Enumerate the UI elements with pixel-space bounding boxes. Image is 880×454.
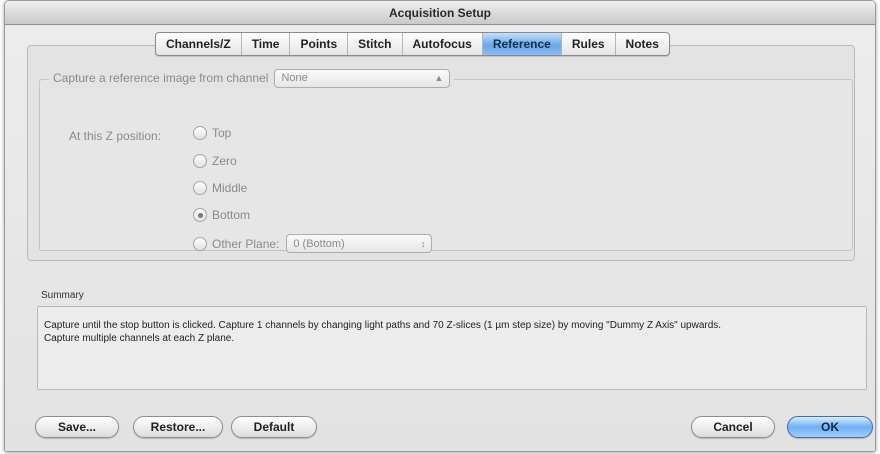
radio-button-icon[interactable] <box>193 236 207 251</box>
capture-reference-checkbox-row[interactable]: Capture a reference image from channel N… <box>49 68 455 88</box>
radio-bottom-label: Bottom <box>212 208 251 222</box>
default-button[interactable]: Default <box>231 416 317 438</box>
radio-zero[interactable]: Zero <box>193 154 237 168</box>
acquisition-setup-window: Acquisition Setup Channels/Z Time Points… <box>4 0 876 452</box>
radio-top[interactable]: Top <box>193 126 231 140</box>
other-plane-popup[interactable]: 0 (Bottom) ↕ <box>286 234 433 253</box>
tab-rules[interactable]: Rules <box>562 33 616 55</box>
radio-button-icon[interactable] <box>193 181 207 195</box>
radio-button-selected-icon[interactable] <box>193 208 207 222</box>
other-plane-popup-value: 0 (Bottom) <box>293 237 345 250</box>
radio-other-plane[interactable]: Other Plane: 0 (Bottom) ↕ <box>193 234 433 253</box>
radio-button-icon[interactable] <box>193 154 207 168</box>
radio-zero-label: Zero <box>212 154 237 168</box>
popup-arrows-icon: ▲ <box>434 73 444 83</box>
tab-notes[interactable]: Notes <box>616 33 669 55</box>
radio-button-icon[interactable] <box>193 126 207 140</box>
tab-reference[interactable]: Reference <box>482 33 562 55</box>
radio-middle-label: Middle <box>212 181 248 195</box>
radio-middle[interactable]: Middle <box>193 181 247 195</box>
save-button[interactable]: Save... <box>35 416 119 438</box>
summary-text-line2: Capture multiple channels at each Z plan… <box>44 333 235 344</box>
cancel-button[interactable]: Cancel <box>691 416 775 438</box>
tab-autofocus[interactable]: Autofocus <box>403 33 483 55</box>
radio-other-plane-label: Other Plane: <box>212 236 280 251</box>
tab-time[interactable]: Time <box>242 33 291 55</box>
summary-label: Summary <box>41 290 84 301</box>
summary-box: Capture until the stop button is clicked… <box>37 306 867 390</box>
channel-popup-value: None <box>281 72 308 84</box>
ok-button[interactable]: OK <box>787 416 873 438</box>
tab-points[interactable]: Points <box>290 33 349 55</box>
channel-popup[interactable]: None ▲ <box>274 68 451 88</box>
z-position-label: At this Z position: <box>69 129 162 143</box>
window-title: Acquisition Setup <box>5 1 875 25</box>
summary-text-line1: Capture until the stop button is clicked… <box>44 320 722 331</box>
radio-bottom[interactable]: Bottom <box>193 208 250 222</box>
tab-stitch[interactable]: Stitch <box>348 33 403 55</box>
tab-bar: Channels/Z Time Points Stitch Autofocus … <box>155 32 670 56</box>
popup-arrows-icon: ↕ <box>420 238 426 249</box>
radio-top-label: Top <box>212 126 232 140</box>
tab-channels-z[interactable]: Channels/Z <box>156 33 242 55</box>
capture-reference-label: Capture a reference image from channel <box>53 71 269 85</box>
reference-group-box <box>39 79 853 251</box>
restore-button[interactable]: Restore... <box>133 416 223 438</box>
